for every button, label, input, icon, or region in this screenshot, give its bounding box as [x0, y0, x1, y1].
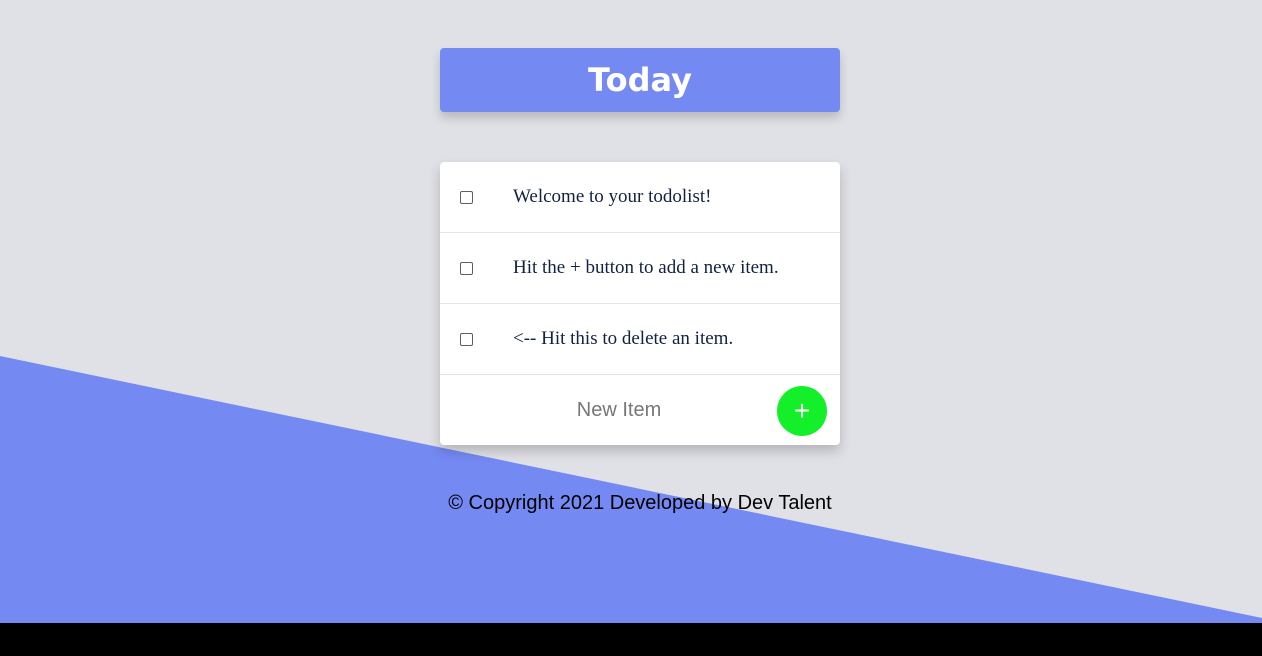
todo-item: <-- Hit this to delete an item. — [440, 304, 840, 375]
todo-item-label: <-- Hit this to delete an item. — [513, 328, 734, 349]
page-viewport: Today Welcome to your todolist! Hit the … — [0, 0, 1262, 623]
todo-card: Welcome to your todolist! Hit the + butt… — [440, 162, 840, 445]
todo-checkbox[interactable] — [460, 191, 473, 204]
footer-copyright: © Copyright 2021 Developed by Dev Talent — [448, 492, 832, 514]
new-item-form: + — [440, 375, 840, 445]
add-item-button[interactable]: + — [777, 386, 827, 436]
todo-item: Welcome to your todolist! — [440, 162, 840, 233]
todo-checkbox[interactable] — [460, 262, 473, 275]
plus-icon: + — [793, 395, 811, 426]
todo-item: Hit the + button to add a new item. — [440, 233, 840, 304]
todo-checkbox[interactable] — [460, 333, 473, 346]
page-title: Today — [588, 61, 692, 99]
new-item-input[interactable] — [524, 391, 714, 429]
todo-item-label: Hit the + button to add a new item. — [513, 257, 779, 278]
heading-box: Today — [440, 48, 840, 112]
todo-item-label: Welcome to your todolist! — [513, 186, 712, 207]
